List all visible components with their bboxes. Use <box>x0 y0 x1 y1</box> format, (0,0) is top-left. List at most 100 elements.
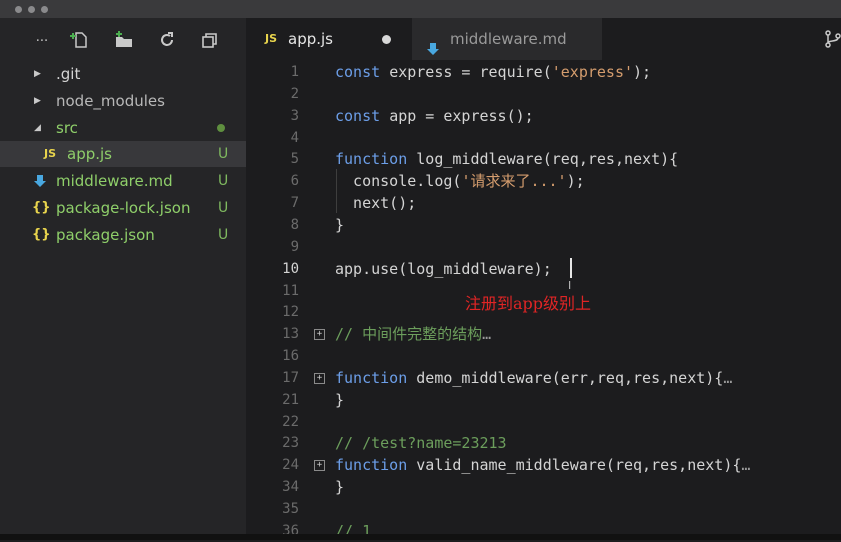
code-line[interactable]: 9 <box>246 236 841 258</box>
tab-middleware-md[interactable]: middleware.md <box>412 18 602 60</box>
code-line[interactable]: 34} <box>246 476 841 498</box>
code-token: app.use(log_middleware); <box>335 259 552 278</box>
close-window-button[interactable] <box>15 6 22 13</box>
code-token: function <box>335 150 417 169</box>
line-number: 17 <box>282 369 299 386</box>
chevron-down-icon: ◢ <box>34 123 41 133</box>
code-line[interactable]: 16 <box>246 345 841 367</box>
collapse-all-icon[interactable] <box>200 30 220 50</box>
code-line[interactable]: 5 function log_middleware(req,res,next){ <box>246 148 841 170</box>
tab-app-js[interactable]: JS app.js <box>246 18 412 60</box>
refresh-icon[interactable] <box>157 30 177 50</box>
code-text: } <box>335 214 344 236</box>
explorer-toolbar: ... <box>0 18 246 60</box>
code-token: ); <box>566 172 585 191</box>
code-token: } <box>335 390 345 409</box>
line-number: 6 <box>290 173 299 190</box>
code-line[interactable]: 35 <box>246 498 841 520</box>
more-actions-button[interactable]: ... <box>32 28 52 48</box>
code-token: app = express(); <box>389 106 534 125</box>
zoom-window-button[interactable] <box>41 6 48 13</box>
code-token: // /test?name=23213 <box>335 434 507 453</box>
code-token: … <box>482 325 492 344</box>
new-file-icon[interactable] <box>70 30 90 50</box>
fold-expand-icon[interactable]: + <box>314 372 325 384</box>
tree-file-package-lock-json[interactable]: {} package-lock.json U <box>0 195 246 221</box>
line-number: 11 <box>282 282 299 299</box>
source-control-icon[interactable] <box>824 30 841 52</box>
window-titlebar <box>0 0 841 18</box>
tree-item-label: src <box>56 119 78 137</box>
line-number: 1 <box>290 64 299 80</box>
fold-expand-icon[interactable]: + <box>314 329 325 341</box>
code-line[interactable]: 10 app.use(log_middleware); <box>246 258 841 280</box>
code-line[interactable]: 3 const app = express(); <box>246 105 841 127</box>
code-line[interactable]: 4 <box>246 127 841 149</box>
js-file-icon: JS <box>44 147 57 160</box>
new-folder-icon[interactable] <box>114 30 134 50</box>
code-token: ); <box>633 63 652 81</box>
code-line[interactable]: 8} <box>246 214 841 236</box>
tree-folder-git[interactable]: ▶ .git <box>0 61 246 87</box>
code-text: } <box>335 389 344 411</box>
tree-item-label: app.js <box>67 145 112 163</box>
explorer-sidebar: ... ▶ .git ▶ node_modules ◢ src JS app.j… <box>0 18 246 534</box>
code-token: } <box>335 478 345 497</box>
indent-guide <box>336 169 337 213</box>
json-file-icon: {} <box>32 227 51 242</box>
line-number: 21 <box>282 391 299 408</box>
line-number: 16 <box>282 348 299 365</box>
code-text: function log_middleware(req,res,next){ <box>335 148 678 170</box>
tab-label: app.js <box>288 30 333 48</box>
tree-file-middleware-md[interactable]: middleware.md U <box>0 168 246 194</box>
tree-item-label: package-lock.json <box>56 199 191 217</box>
tree-item-label: middleware.md <box>56 172 173 190</box>
git-untracked-badge: U <box>218 227 229 243</box>
code-text: console.log('请求来了...'); <box>335 170 585 192</box>
tree-file-package-json[interactable]: {} package.json U <box>0 222 246 248</box>
tree-file-app-js[interactable]: JS app.js U <box>0 141 246 167</box>
code-token: express = <box>389 63 480 81</box>
code-line[interactable]: 21} <box>246 389 841 411</box>
tree-folder-src[interactable]: ◢ src <box>0 115 246 141</box>
code-token: valid_name_middleware(req,res,next){ <box>416 456 742 475</box>
code-token: // 中间件完整的结构 <box>335 325 483 344</box>
fold-expand-icon[interactable]: + <box>314 460 325 472</box>
code-line[interactable]: 13 + // 中间件完整的结构… <box>246 323 841 345</box>
line-number: 2 <box>290 85 299 102</box>
code-text: const app = express(); <box>335 105 534 127</box>
code-text: function demo_middleware(err,req,res,nex… <box>335 367 732 389</box>
line-number: 10 <box>282 260 299 277</box>
code-line[interactable]: 2 <box>246 83 841 105</box>
code-token: … <box>723 368 733 387</box>
code-token: console.log( <box>335 172 462 191</box>
code-token: demo_middleware(err,req,res,next){ <box>416 368 724 387</box>
line-number: 8 <box>290 216 299 233</box>
git-untracked-badge: U <box>218 173 229 189</box>
code-line[interactable]: 24 + function valid_name_middleware(req,re… <box>246 454 841 476</box>
line-number: 24 <box>282 457 299 474</box>
code-text: const express = require('express'); <box>335 61 651 83</box>
code-line[interactable]: 23 // /test?name=23213 <box>246 432 841 454</box>
unsaved-dot-icon[interactable] <box>382 35 391 44</box>
tab-label: middleware.md <box>450 30 567 48</box>
code-line[interactable]: 22 <box>246 411 841 433</box>
code-token: next(); <box>335 194 417 213</box>
minimize-window-button[interactable] <box>28 6 35 13</box>
code-token: const <box>335 106 390 125</box>
code-token: function <box>335 368 417 387</box>
code-token: require( <box>479 63 552 81</box>
code-line[interactable]: 1 const express = require('express'); <box>246 61 841 83</box>
line-number: 4 <box>290 129 299 146</box>
line-number: 5 <box>290 151 299 168</box>
line-number: 34 <box>282 479 299 496</box>
code-text: } <box>335 476 344 498</box>
json-file-icon: {} <box>32 200 51 215</box>
code-line[interactable]: 17 + function demo_middleware(err,req,res,… <box>246 367 841 389</box>
code-text: function valid_name_middleware(req,res,n… <box>335 454 750 476</box>
code-text: app.use(log_middleware); <box>335 258 552 280</box>
code-text: next(); <box>335 192 416 214</box>
js-file-icon: JS <box>265 32 278 45</box>
line-number: 22 <box>282 413 299 430</box>
tree-folder-node-modules[interactable]: ▶ node_modules <box>0 88 246 114</box>
